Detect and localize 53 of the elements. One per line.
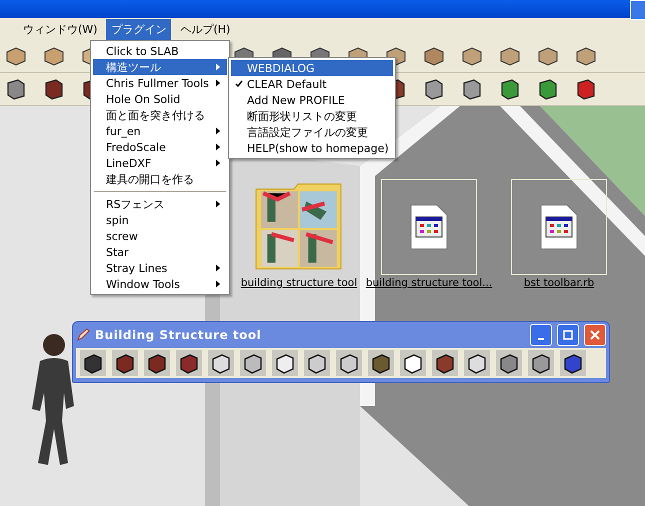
- menu-item[interactable]: ウィンドウ(W): [18, 18, 102, 40]
- maximize-button[interactable]: [557, 324, 579, 346]
- menu-item[interactable]: 言語設定ファイルの変更: [231, 124, 393, 140]
- menu-item[interactable]: CLEAR Default: [231, 76, 393, 92]
- file-name[interactable]: bst toolbar.rb: [524, 277, 594, 289]
- structure-tool-icon[interactable]: [272, 350, 298, 376]
- menu-item[interactable]: プラグイン: [106, 18, 172, 40]
- structure-tool-icon[interactable]: [176, 350, 202, 376]
- script-file-icon[interactable]: [539, 203, 579, 251]
- menu-item[interactable]: Stray Lines: [93, 260, 227, 276]
- menu-item[interactable]: Window Tools: [93, 276, 227, 292]
- structure-tool-icon[interactable]: [368, 350, 394, 376]
- menu-item[interactable]: fur_en: [93, 123, 227, 139]
- menu-item[interactable]: LineDXF: [93, 155, 227, 171]
- menu-item[interactable]: Star: [93, 244, 227, 260]
- structure-tool-icon[interactable]: [528, 350, 554, 376]
- structure-tool-icon[interactable]: [208, 350, 234, 376]
- structure-tool-icon[interactable]: [560, 350, 586, 376]
- menu-item[interactable]: WEBDIALOG: [231, 60, 393, 76]
- structure-tool-icon[interactable]: [464, 350, 490, 376]
- minimize-icon: [538, 338, 544, 340]
- structure-tool-icon[interactable]: [80, 350, 106, 376]
- menu-item[interactable]: RSフェンス: [93, 196, 227, 212]
- menu-item[interactable]: Hole On Solid: [93, 91, 227, 107]
- menu-item[interactable]: 構造ツール: [93, 59, 227, 75]
- structure-tool-icon[interactable]: [240, 350, 266, 376]
- menu-item[interactable]: screw: [93, 228, 227, 244]
- structure-tool-icon[interactable]: [400, 350, 426, 376]
- minimize-button[interactable]: [630, 0, 645, 20]
- close-icon: [589, 329, 601, 341]
- menu-item[interactable]: FredoScale: [93, 139, 227, 155]
- structure-tool-icon[interactable]: [496, 350, 522, 376]
- menu-item[interactable]: 面と面を突き付ける: [93, 107, 227, 123]
- menu-item[interactable]: 建具の開口を作る: [93, 171, 227, 187]
- menu-item[interactable]: Chris Fullmer Tools: [93, 75, 227, 91]
- structure-tool-icon[interactable]: [112, 350, 138, 376]
- menu-item[interactable]: spin: [93, 212, 227, 228]
- menu-item[interactable]: Add New PROFILE: [231, 92, 393, 108]
- structure-tool-icon[interactable]: [336, 350, 362, 376]
- menu-item[interactable]: Click to SLAB: [93, 43, 227, 59]
- script-file-icon[interactable]: [409, 203, 449, 251]
- file-name[interactable]: building structure tool: [240, 277, 358, 289]
- maximize-icon: [562, 329, 574, 341]
- structure-tool-icon[interactable]: [144, 350, 170, 376]
- pencil-icon: [76, 328, 90, 342]
- window-title: Building Structure tool: [95, 328, 262, 342]
- structure-tool-icon[interactable]: [304, 350, 330, 376]
- menu-item[interactable]: HELP(show to homepage): [231, 140, 393, 156]
- menu-item[interactable]: ヘルプ(H): [175, 18, 236, 40]
- structure-tool-icon[interactable]: [432, 350, 458, 376]
- close-button[interactable]: [584, 324, 606, 346]
- menu-item[interactable]: 断面形状リストの変更: [231, 108, 393, 124]
- minimize-button[interactable]: [530, 324, 552, 346]
